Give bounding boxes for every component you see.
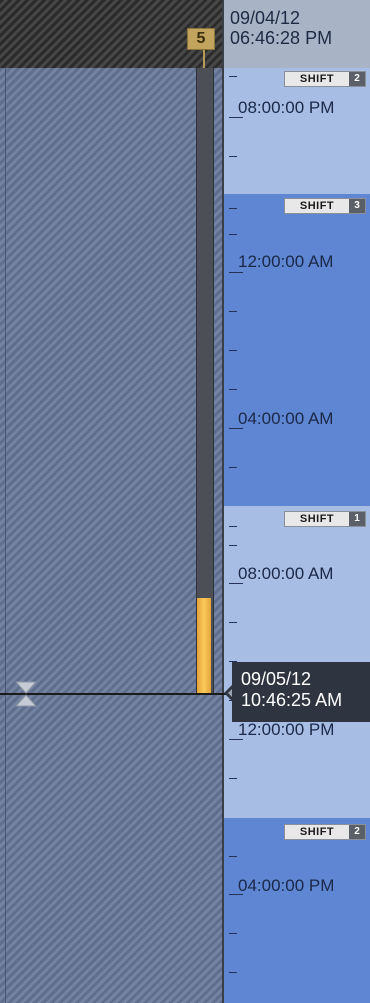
shift-tag[interactable]: SHIFT 2 [284,71,366,87]
tick [229,234,237,235]
tick [229,856,237,857]
tick [229,272,243,273]
timeline-strip[interactable]: 08:00:00 PM 12:00:00 AM 04:00:00 AM 08:0… [224,68,370,1003]
tick [229,778,237,779]
shift-tag-number: 2 [349,825,365,839]
shift-tag-number: 3 [349,199,365,213]
resource-lane[interactable] [0,68,222,1003]
time-label: 04:00:00 PM [238,876,335,895]
header-time: 06:46:28 PM [230,28,333,48]
current-time-callout: 09/05/12 10:46:25 AM [232,662,370,722]
tick [229,208,237,209]
time-label: 04:00:00 AM [238,409,334,428]
lane-left-edge [5,68,6,1003]
tick [229,622,237,623]
shift-tag-label: SHIFT [299,826,335,838]
shift-tag-number: 2 [349,72,365,86]
shift-segment [224,194,370,506]
shift-tag[interactable]: SHIFT 3 [284,198,366,214]
time-label: 12:00:00 PM [238,720,335,739]
header-date: 09/04/12 [230,8,301,28]
badge-stem [203,50,205,68]
shift-tag[interactable]: SHIFT 1 [284,511,366,527]
shift-tag[interactable]: SHIFT 2 [284,824,366,840]
tick [229,350,237,351]
current-date: 09/05/12 [241,669,312,689]
tick [229,526,237,527]
tick [229,311,237,312]
lane-divider [222,0,224,1003]
shift-tag-label: SHIFT [299,73,335,85]
count-badge[interactable]: 5 [187,28,215,50]
progress-fill [197,598,211,694]
header-datetime: 09/04/12 06:46:28 PM [224,0,370,68]
shift-tag-label: SHIFT [299,513,335,525]
tick [229,545,237,546]
current-time: 10:46:25 AM [241,690,343,710]
tick [229,389,237,390]
hourglass-icon[interactable] [14,680,38,708]
tick [229,467,237,468]
time-label: 08:00:00 PM [238,98,335,117]
tick [229,933,237,934]
tick [229,972,237,973]
shift-tag-label: SHIFT [299,200,335,212]
time-label: 08:00:00 AM [238,564,334,583]
tick [229,76,237,77]
tick [229,156,237,157]
shift-segment [224,818,370,1003]
shift-tag-number: 1 [349,512,365,526]
time-label: 12:00:00 AM [238,252,334,271]
